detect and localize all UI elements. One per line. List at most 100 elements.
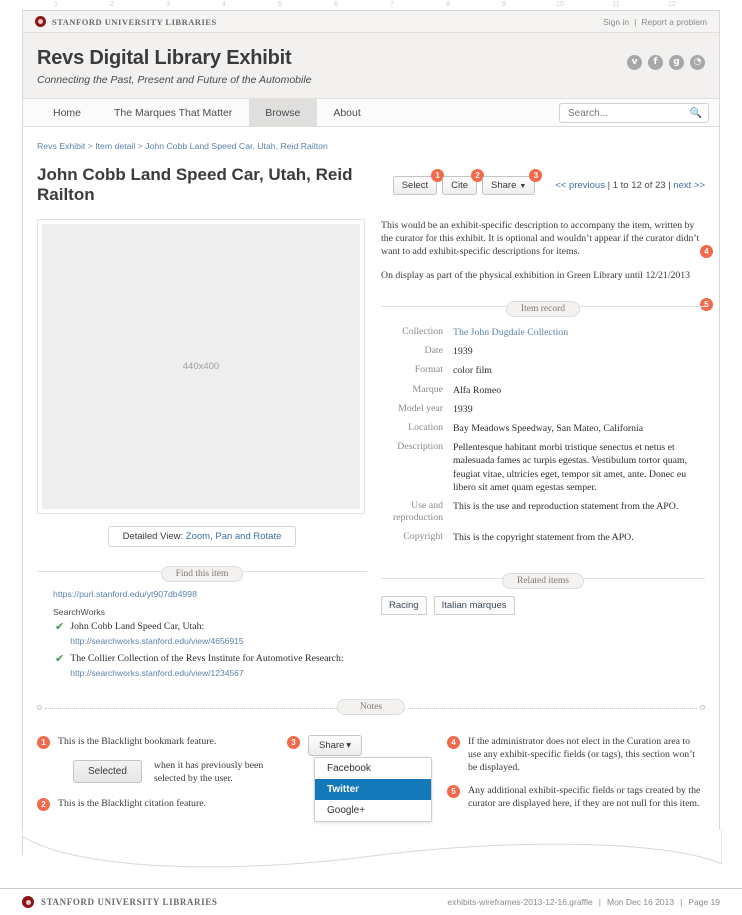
nav-tab-home[interactable]: Home [37,99,98,126]
image-placeholder: 440x400 [42,224,360,509]
share-button[interactable]: Share ▾ [308,734,362,756]
searchworks-entry-link[interactable]: http://searchworks.stanford.edu/view/123… [70,668,343,679]
search-input[interactable] [566,106,690,120]
annotation-badge-4: 4 [700,245,713,258]
ruler-tick: 8 [446,1,450,8]
footer-date: Mon Dec 16 2013 [607,897,675,907]
item-action-buttons: Select 1 Cite 2 Share ▼ 3 [392,168,543,195]
detailed-view-button[interactable]: Detailed View: Zoom, Pan and Rotate [108,526,296,547]
previous-link[interactable]: << previous [555,180,605,191]
pagination: << previous | 1 to 12 of 23 | next >> [555,180,705,191]
share-dropdown[interactable]: Facebook Twitter Google+ [314,756,432,822]
chevron-down-icon: ▼ [519,182,527,190]
searchworks-entry-link[interactable]: http://searchworks.stanford.edu/view/465… [70,636,243,647]
related-tag[interactable]: Italian marques [433,595,515,615]
sign-in-link[interactable]: Sign in [603,17,629,27]
detail-columns: 440x400 Detailed View: Zoom, Pan and Rot… [37,219,713,685]
exhibit-masthead: Revs Digital Library Exhibit Connecting … [23,33,719,99]
detailed-view-label: Detailed View: [122,531,184,542]
share-option-twitter[interactable]: Twitter [315,778,431,800]
find-this-item-divider: Find this item [37,563,367,582]
report-problem-link[interactable]: Report a problem [641,17,707,27]
ruler-tick: 3 [166,1,170,8]
notes-line-end-left [37,704,42,710]
metadata-key: Collection [402,325,443,337]
annotation-badge-3: 3 [529,168,543,182]
twitter-icon[interactable]: ᴠ [627,55,642,70]
utility-links: Sign in | Report a problem [603,17,707,27]
ruler-tick: 7 [390,1,394,8]
note-badge-5: 5 [447,785,460,799]
note-item: 5 Any additional exhibit-specific fields… [447,784,705,810]
metadata-value: 1939 [453,403,473,415]
item-image-frame: 440x400 [37,219,365,514]
selected-button[interactable]: Selected [73,760,142,784]
ruler-tick: 1 [54,1,58,8]
related-tags: Racing Italian marques [381,595,705,615]
search-box[interactable]: 🔍 [559,103,709,123]
cite-button[interactable]: Cite 2 [442,168,485,195]
googleplus-icon[interactable]: g [669,55,684,70]
note-badge-3: 3 [287,735,300,749]
searchworks-label: SearchWorks [53,607,105,617]
nav-tab-the-marques-that-matter[interactable]: The Marques That Matter [98,99,249,126]
notes-share-column: 3 Share ▾ Facebook Twitter Google+ [287,734,447,845]
breadcrumb-separator: > [137,141,143,151]
ruler-tick: 2 [110,1,114,8]
share-button[interactable]: Share ▼ 3 [482,168,543,195]
metadata-value: This is the copyright statement from the… [453,531,634,543]
pager-range: 1 to 12 of 23 [612,179,666,191]
nav-tab-browse[interactable]: Browse [249,99,318,126]
nav-tab-about[interactable]: About [317,99,377,126]
note-text-4: If the administrator does not elect in t… [468,735,695,773]
breadcrumb-item-detail[interactable]: Item detail [95,141,135,151]
purl-link[interactable]: https://purl.stanford.edu/yt907db4998 [53,589,367,599]
search-icon[interactable]: 🔍 [690,108,702,119]
searchworks-entry: ✔ The Collier Collection of the Revs Inst… [55,653,367,679]
page-torn-edge [22,830,722,868]
metadata-row: Collection The John Dugdale Collection [381,324,705,343]
utility-separator: | [634,16,637,27]
metadata-value[interactable]: The John Dugdale Collection [453,324,705,343]
note-badge-1: 1 [37,735,50,749]
stanford-branding: STANFORD UNIVERSITY LIBRARIES [35,16,217,27]
ruler-tick: 5 [278,1,282,8]
related-items-divider: Related items [381,570,705,589]
page-content: Revs Exhibit > Item detail > John Cobb L… [23,127,719,845]
searchworks-entry: ✔ John Cobb Land Speed Car, Utah: http://s… [55,621,367,647]
ruler-tick: 6 [334,1,338,8]
footer-page-number: Page 19 [688,897,720,907]
next-link[interactable]: next >> [673,180,705,191]
breadcrumb-item-exhibit[interactable]: Revs Exhibit [37,141,85,151]
metadata-row: Description Pellentesque habitant morbi t… [381,439,705,498]
metadata-key: Description [397,441,443,453]
metadata-value: This is the use and reproduction stateme… [453,501,679,513]
ruler-tick: 12 [668,1,676,8]
share-option-googleplus[interactable]: Google+ [315,800,431,821]
stanford-libraries-label: STANFORD UNIVERSITY LIBRARIES [52,16,217,27]
facebook-icon[interactable]: f [648,55,663,70]
stanford-seal-icon [22,896,34,908]
metadata-row: Date 1939 [381,343,705,362]
metadata-value: Pellentesque habitant morbi tristique se… [453,442,688,493]
zoom-pan-rotate-link[interactable]: Zoom, Pan and Rotate [186,531,282,542]
note-text-5: Any additional exhibit-specific fields o… [468,785,701,810]
exhibit-description-paragraph-1: This would be an exhibit-specific descri… [381,220,700,258]
select-button[interactable]: Select 1 [392,168,445,195]
chevron-down-icon: ▾ [346,739,351,751]
note-item: 1 This is the Blacklight bookmark featur… [37,735,287,749]
share-option-facebook[interactable]: Facebook [315,758,431,779]
footer-org-label: STANFORD UNIVERSITY LIBRARIES [41,897,218,907]
footer-meta: exhibits-wireframes-2013-12-16.graffle |… [447,897,720,907]
footer-separator: | [680,897,683,907]
note-item: 4 If the administrator does not elect in… [447,735,705,775]
metadata-row: Copyright This is the copyright statement… [381,529,705,548]
exhibit-subtitle: Connecting the Past, Present and Future … [37,74,312,86]
collection-link[interactable]: The John Dugdale Collection [453,327,568,338]
check-icon: ✔ [55,652,65,665]
related-tag[interactable]: Racing [381,595,427,615]
notes-line-end-right [700,704,705,710]
metadata-key: Copyright [403,530,443,542]
rss-icon[interactable]: ◔ [690,55,705,70]
note-text-1: This is the Blacklight bookmark feature. [58,735,217,747]
